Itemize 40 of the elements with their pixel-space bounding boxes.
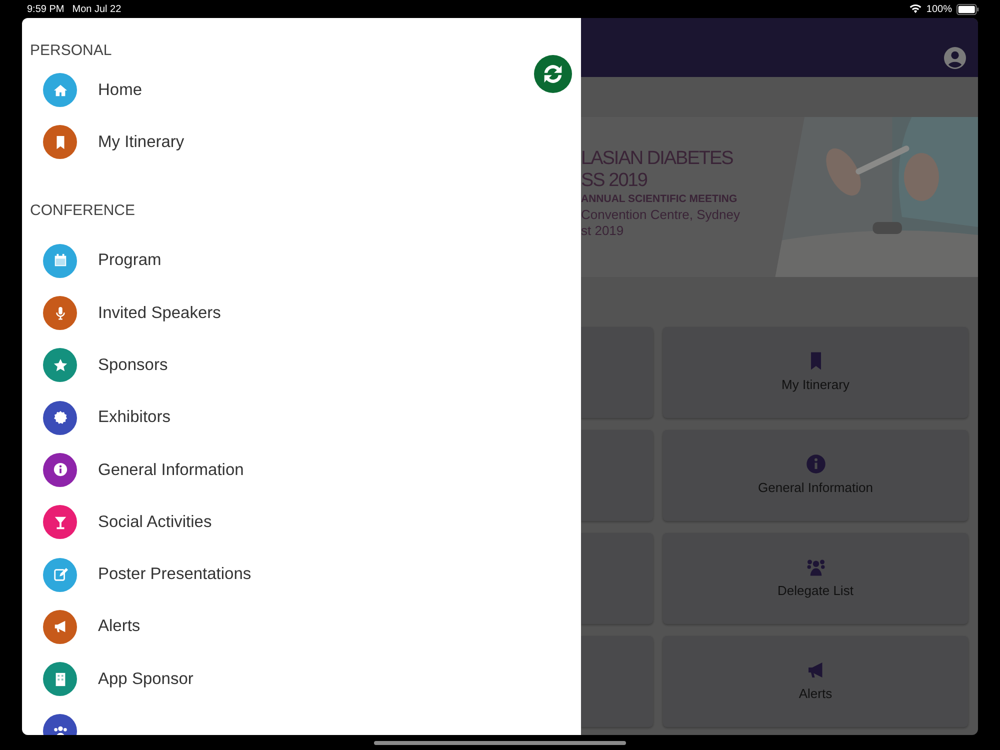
battery-percent: 100%: [926, 2, 952, 16]
menu-item[interactable]: My Itinerary: [98, 130, 184, 155]
people-icon: [52, 724, 68, 735]
menu-item[interactable]: Invited Speakers: [98, 300, 221, 326]
info-icon: [52, 462, 68, 478]
tile-label: Alerts: [798, 684, 832, 703]
badge-icon: [52, 410, 68, 426]
menu-item[interactable]: Program: [98, 248, 162, 274]
user-icon: [944, 47, 966, 69]
menu-item[interactable]: Poster Presentations: [98, 562, 252, 587]
tile[interactable]: [581, 430, 653, 521]
menu-item[interactable]: General Information: [98, 458, 244, 482]
home-icon: [52, 82, 68, 98]
menu-item[interactable]: Exhibitors: [98, 405, 170, 430]
wifi-icon: [909, 4, 922, 14]
status-time: 9:59 PM: [27, 2, 64, 16]
megaphone-icon: [806, 660, 826, 680]
calendar-icon: [52, 253, 68, 268]
cocktail-glass-icon: [52, 514, 68, 530]
refresh-button[interactable]: [534, 55, 572, 93]
section-heading: PERSONAL: [29, 41, 113, 61]
menu-item[interactable]: Home: [98, 78, 142, 103]
battery-icon: [956, 4, 980, 14]
tile[interactable]: [581, 533, 653, 624]
menu-item[interactable]: Social Activities: [98, 510, 212, 535]
tile-label: Delegate List: [778, 582, 854, 600]
status-date: Mon Jul 22: [72, 2, 122, 16]
menu-item[interactable]: Alerts: [98, 614, 140, 640]
edit-icon: [52, 567, 68, 582]
tile-label: My Itinerary: [782, 376, 850, 394]
home-indicator[interactable]: [374, 740, 626, 744]
info-icon: [806, 454, 826, 474]
tile[interactable]: [581, 636, 653, 727]
menu-item[interactable]: Sponsors: [98, 352, 168, 378]
tile-label: General Information: [758, 478, 873, 497]
menu-item[interactable]: App Sponsor: [98, 666, 194, 692]
section-heading: CONFERENCE: [29, 200, 136, 221]
star-icon: [52, 358, 68, 373]
tile[interactable]: [581, 327, 653, 418]
megaphone-icon: [52, 619, 68, 634]
